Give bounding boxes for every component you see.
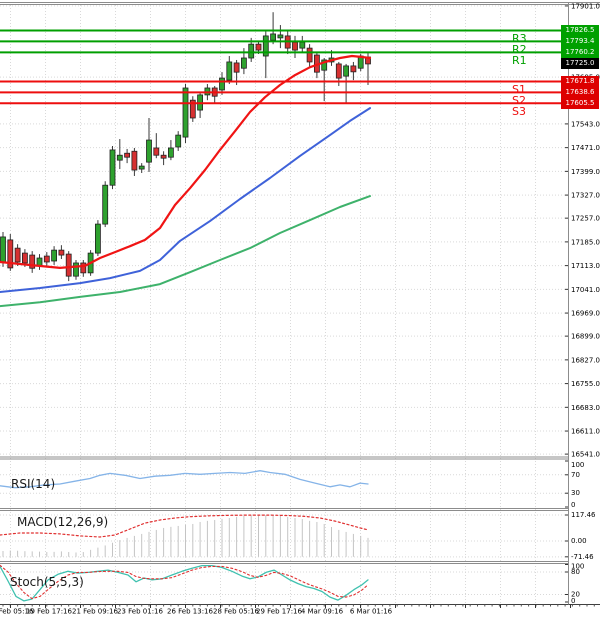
price-tick-label: 16611.0 — [571, 428, 600, 436]
candle-bearish — [131, 150, 138, 171]
candle-bullish — [277, 34, 284, 39]
macd-scale-label: -71.46 — [571, 553, 594, 561]
candle-bullish — [182, 87, 189, 138]
candle-bullish — [167, 147, 174, 158]
stoch-scale-label: 80 — [571, 568, 580, 576]
price-tick-label: 16683.0 — [571, 404, 600, 412]
rsi-scale-label: 30 — [571, 489, 580, 497]
stoch-indicator-label: Stoch(5,5,3) — [10, 575, 84, 589]
price-tick-label: 17113.0 — [571, 262, 600, 270]
price-badge-s2: 17638.6 — [561, 86, 599, 98]
price-tick-label: 17327.0 — [571, 192, 600, 200]
macd-indicator-label: MACD(12,26,9) — [17, 515, 109, 529]
price-tick-label: 17041.0 — [571, 286, 600, 294]
price-badge-s1: 17671.8 — [561, 75, 599, 87]
price-badge-r2: 17793.4 — [561, 35, 599, 47]
time-axis-label: 19 Feb 17:16 — [26, 608, 72, 616]
candle-bullish — [299, 41, 306, 49]
price-tick-label: 17901.0 — [571, 2, 600, 10]
stoch-scale-label: 0 — [571, 597, 575, 605]
current-price-badge: 17725.0 — [561, 58, 599, 70]
price-tick-label: 17471.0 — [571, 144, 600, 152]
pivot-label-r1: R1 — [512, 53, 527, 67]
candle-bearish — [233, 62, 240, 73]
rsi-indicator-label: RSI(14) — [11, 477, 56, 491]
candle-bearish — [43, 255, 50, 263]
rsi-scale-label: 100 — [571, 461, 584, 469]
price-badge-r3: 17826.5 — [561, 24, 599, 36]
candle-bullish — [95, 223, 101, 254]
candle-bullish — [270, 33, 277, 41]
candle-bearish — [80, 262, 87, 274]
price-tick-label: 17257.0 — [571, 215, 600, 223]
time-axis-label: 6 Mar 01:16 — [350, 608, 393, 616]
candle-bearish — [65, 253, 72, 277]
time-axis-label: 26 Feb 13:16 — [167, 608, 213, 616]
candle-bearish — [350, 65, 357, 73]
price-tick-label: 16541.0 — [571, 451, 600, 459]
candle-bearish — [160, 154, 167, 159]
price-tick-label: 17399.0 — [571, 168, 600, 176]
price-badge-r1: 17760.2 — [561, 46, 599, 58]
candle-bullish — [146, 139, 152, 163]
time-axis-label: 23 Feb 01:16 — [117, 608, 163, 616]
candle-bearish — [255, 43, 262, 51]
price-tick-label: 16969.0 — [571, 310, 600, 318]
price-tick-label: 17543.0 — [571, 120, 600, 128]
candle-bullish — [240, 57, 247, 69]
candle-bearish — [153, 147, 160, 156]
time-axis-label: 4 Mar 09:16 — [301, 608, 344, 616]
time-axis-label: 29 Feb 17:16 — [256, 608, 302, 616]
candle-bullish — [0, 236, 6, 263]
price-tick-label: 17185.0 — [571, 238, 600, 246]
candle-bullish — [73, 262, 79, 277]
pivot-label-s3: S3 — [512, 104, 526, 118]
price-tick-label: 16827.0 — [571, 356, 600, 364]
candle-bullish — [175, 134, 182, 148]
rsi-scale-label: 70 — [571, 471, 580, 479]
candle-bearish — [335, 63, 342, 79]
candle-bearish — [21, 252, 28, 264]
candle-bullish — [248, 43, 255, 59]
candle-bullish — [138, 165, 145, 170]
candle-bullish — [116, 154, 123, 161]
price-badge-s3: 17605.5 — [561, 97, 599, 109]
time-axis-label: 21 Feb 09:16 — [72, 608, 118, 616]
candle-bullish — [343, 65, 350, 77]
candle-bearish — [58, 249, 65, 256]
macd-scale-label: 117.46 — [571, 511, 596, 519]
candle-bearish — [124, 152, 130, 158]
candle-bearish — [292, 41, 298, 51]
price-tick-label: 16755.0 — [571, 380, 600, 388]
candle-bearish — [14, 247, 21, 263]
price-tick-label: 16899.0 — [571, 333, 600, 341]
rsi-scale-label: 0 — [571, 501, 575, 509]
trading-chart: 17685.017901.017543.017471.017399.017327… — [0, 0, 600, 621]
candle-bullish — [109, 149, 116, 186]
macd-scale-label: 0.00 — [571, 537, 587, 545]
time-axis-label: 28 Feb 05:16 — [213, 608, 259, 616]
candle-bullish — [102, 184, 109, 225]
candle-bearish — [306, 47, 313, 63]
candle-bullish — [219, 77, 225, 91]
candle-bullish — [51, 249, 57, 262]
candle-bullish — [226, 61, 233, 81]
